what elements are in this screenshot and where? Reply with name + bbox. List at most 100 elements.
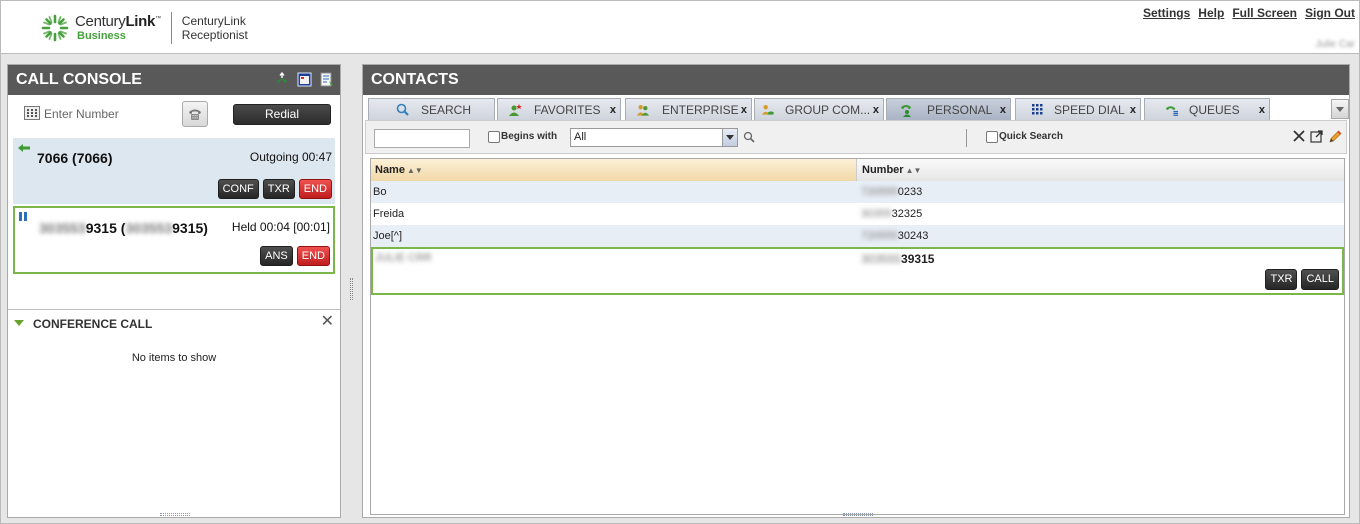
call-console-header-icons <box>274 71 334 87</box>
personal-icon <box>899 103 913 117</box>
call-status: Outgoing 00:47 <box>249 150 332 164</box>
user-name: Julie Car <box>1315 39 1355 50</box>
redial-button[interactable]: Redial <box>233 104 331 125</box>
grid-header: Name ▲▼ Number ▲▼ <box>371 159 1344 181</box>
conf-button[interactable]: CONF <box>217 179 259 199</box>
expand-triangle-icon[interactable] <box>14 320 24 326</box>
row-actions: TXR CALL <box>1265 269 1339 290</box>
tab-group-common[interactable]: GROUP COM... x <box>754 98 884 120</box>
begins-with-label: Begins with <box>501 131 558 142</box>
table-row[interactable]: Joe[^] 72055530243 <box>371 225 1344 247</box>
contact-actions <box>1291 128 1342 144</box>
brand-name-bold: Link <box>125 13 156 30</box>
phone-icon <box>189 109 201 120</box>
begins-with-checkbox[interactable] <box>488 131 500 143</box>
full-screen-link[interactable]: Full Screen <box>1232 6 1297 20</box>
filter-selected-value: All <box>574 131 587 143</box>
contact-search-input[interactable] <box>374 129 470 148</box>
workspace: CALL CONSOLE Redial 7 <box>0 53 1360 524</box>
contact-name: JULIE CRR <box>375 252 432 264</box>
settings-link[interactable]: Settings <box>1143 6 1190 20</box>
quick-search-label: Quick Search <box>999 131 1063 142</box>
sort-icon: ▲▼ <box>905 166 922 175</box>
contact-name: Bo <box>373 186 387 198</box>
product-line-1: CenturyLink <box>181 14 246 28</box>
tab-favorites[interactable]: FAVORITES x <box>497 98 621 120</box>
conference-call-title: CONFERENCE CALL <box>33 317 153 331</box>
tab-close-enterprise[interactable]: x <box>741 104 747 116</box>
held-call-status: Held 00:04 [00:01] <box>231 220 330 234</box>
search-icon[interactable] <box>743 131 755 146</box>
favorites-icon <box>508 103 522 117</box>
brand-sub: Business <box>77 30 126 42</box>
queues-icon <box>1165 103 1179 117</box>
resize-grip-icon[interactable] <box>843 513 873 516</box>
dial-button[interactable] <box>182 101 208 127</box>
end-call-button[interactable]: END <box>298 179 332 199</box>
calendar-icon[interactable] <box>296 71 312 87</box>
quick-search-checkbox[interactable] <box>986 131 998 143</box>
call-button[interactable]: CALL <box>1301 269 1339 290</box>
empty-message: No items to show <box>131 352 217 364</box>
sign-out-link[interactable]: Sign Out <box>1305 6 1355 20</box>
edit-pencil-icon[interactable] <box>1327 128 1342 144</box>
call-notes-icon[interactable] <box>318 71 334 87</box>
column-header-name[interactable]: Name ▲▼ <box>371 159 857 181</box>
contact-number: 7205550233 <box>861 186 923 198</box>
speed-dial-icon <box>1030 103 1044 117</box>
contact-number: 72055530243 <box>861 230 929 242</box>
help-link[interactable]: Help <box>1198 6 1224 20</box>
tab-speed-dial[interactable]: SPEED DIAL x <box>1015 98 1141 120</box>
transfer-button[interactable]: TXR <box>262 179 295 199</box>
transfer-button[interactable]: TXR <box>1265 269 1298 290</box>
brand-wordmark: CenturyLink™ Business <box>75 13 161 42</box>
clear-icon[interactable] <box>1291 128 1306 144</box>
held-call-card[interactable]: 3035539315 (3035539315) Held 00:04 [00:0… <box>13 206 335 274</box>
selected-table-row[interactable]: JULIE CRR 30355539315 TXR CALL <box>371 247 1344 295</box>
table-row[interactable]: Bo 7205550233 <box>371 181 1344 203</box>
column-header-number[interactable]: Number ▲▼ <box>857 159 1344 181</box>
resize-grip-icon[interactable] <box>160 513 190 516</box>
held-call-actions: ANS END <box>260 246 330 266</box>
end-held-call-button[interactable]: END <box>296 246 330 266</box>
outgoing-arrow-icon <box>18 144 30 152</box>
contact-search-bar: Begins with All Quick Search <box>365 120 1347 154</box>
contact-name: Freida <box>373 208 405 220</box>
call-console-panel: CALL CONSOLE Redial 7 <box>7 64 341 518</box>
filter-select[interactable]: All <box>570 128 738 147</box>
conference-call-header[interactable]: CONFERENCE CALL ✕ <box>8 310 340 336</box>
call-console-header: CALL CONSOLE <box>8 65 340 95</box>
tab-close-favorites[interactable]: x <box>610 104 616 116</box>
contact-number: 30355539315 <box>861 252 935 266</box>
popout-icon[interactable] <box>1309 128 1324 144</box>
enter-number-input[interactable] <box>22 105 172 123</box>
top-links: Settings Help Full Screen Sign Out <box>1143 6 1355 20</box>
tab-search[interactable]: SEARCH <box>368 98 495 120</box>
call-pickup-icon[interactable] <box>274 71 290 87</box>
app-header: CenturyLink™ Business CenturyLink Recept… <box>0 0 1360 53</box>
enterprise-icon <box>636 103 650 117</box>
tab-menu-button[interactable] <box>1331 99 1349 119</box>
chevron-down-icon[interactable] <box>722 129 737 146</box>
contact-number: 3035532325 <box>861 208 923 220</box>
active-call-card[interactable]: 7066 (7066) Outgoing 00:47 CONF TXR END <box>13 138 335 204</box>
close-icon[interactable]: ✕ <box>321 314 334 330</box>
answer-button[interactable]: ANS <box>260 246 293 266</box>
splitter-grip-icon[interactable] <box>350 278 353 300</box>
call-console-title: CALL CONSOLE <box>16 71 142 88</box>
chevron-down-icon <box>1336 106 1344 112</box>
contacts-header: CONTACTS <box>363 65 1349 95</box>
tab-queues[interactable]: QUEUES x <box>1144 98 1270 120</box>
call-actions: CONF TXR END <box>217 179 332 199</box>
tab-close-queues[interactable]: x <box>1259 104 1265 116</box>
tab-close-group-common[interactable]: x <box>873 104 879 116</box>
divider <box>966 129 967 147</box>
tab-close-personal[interactable]: x <box>1000 104 1006 116</box>
conference-call-section: CONFERENCE CALL ✕ No items to show <box>8 309 340 517</box>
group-icon <box>761 103 775 117</box>
table-row[interactable]: Freida 3035532325 <box>371 203 1344 225</box>
tab-close-speed-dial[interactable]: x <box>1130 104 1136 116</box>
tab-enterprise[interactable]: ENTERPRISE x <box>625 98 752 120</box>
tab-personal[interactable]: PERSONAL x <box>886 98 1011 120</box>
product-name: CenturyLink Receptionist <box>182 14 248 42</box>
